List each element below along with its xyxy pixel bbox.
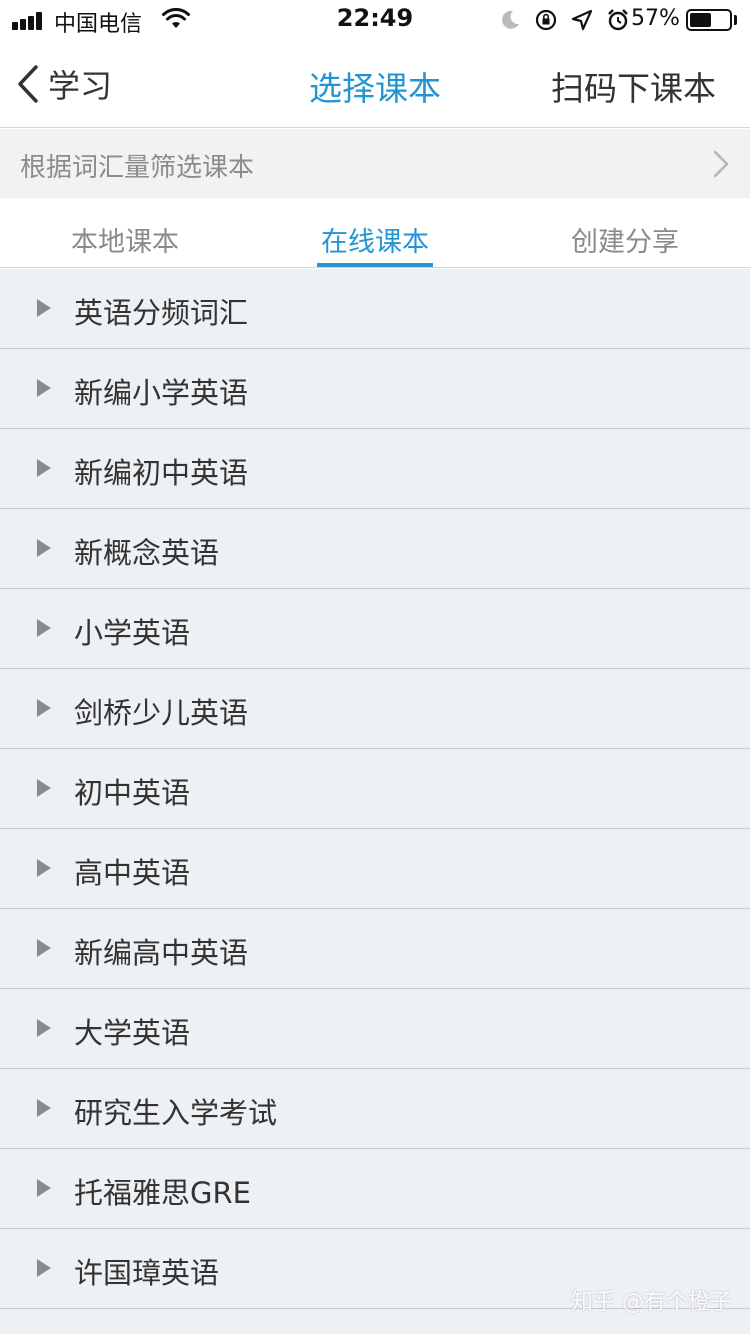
list-item[interactable]: 新编高中英语 <box>0 909 750 989</box>
navigation-bar: 学习 选择课本 扫码下课本 <box>0 40 750 128</box>
list-item[interactable]: 小学英语 <box>0 589 750 669</box>
expand-arrow-icon <box>37 299 51 317</box>
list-item-label: 新概念英语 <box>74 536 220 570</box>
expand-arrow-icon <box>37 1179 51 1197</box>
list-item-label: 托福雅思GRE <box>74 1176 251 1210</box>
active-tab-indicator <box>317 263 433 267</box>
tab-label: 本地课本 <box>71 227 179 258</box>
list-item-label: 英语分频词汇 <box>74 296 249 330</box>
list-item[interactable]: 新编小学英语 <box>0 349 750 429</box>
battery-percent: 57% <box>631 6 680 31</box>
battery-icon <box>686 9 732 31</box>
tab-label: 创建分享 <box>571 227 679 258</box>
tab-local-textbooks[interactable]: 本地课本 <box>0 198 250 267</box>
list-item[interactable]: 研究生入学考试 <box>0 1069 750 1149</box>
expand-arrow-icon <box>37 459 51 477</box>
location-icon <box>571 9 593 31</box>
list-item[interactable]: 大学英语 <box>0 989 750 1069</box>
list-item[interactable]: 新概念英语 <box>0 509 750 589</box>
list-item-label: 大学英语 <box>74 1016 191 1050</box>
list-item[interactable]: 托福雅思GRE <box>0 1149 750 1229</box>
expand-arrow-icon <box>37 1259 51 1277</box>
scan-download-button[interactable]: 扫码下课本 <box>551 62 716 110</box>
status-bar: 中国电信 22:49 57% <box>0 0 750 40</box>
expand-arrow-icon <box>37 1019 51 1037</box>
list-item-label: 许国璋英语 <box>74 1256 220 1290</box>
list-item[interactable]: 剑桥少儿英语 <box>0 669 750 749</box>
back-button[interactable]: 学习 <box>14 60 112 108</box>
list-item-label: 高中英语 <box>74 856 191 890</box>
expand-arrow-icon <box>37 859 51 877</box>
expand-arrow-icon <box>37 1099 51 1117</box>
list-item-label: 小学英语 <box>74 616 191 650</box>
expand-arrow-icon <box>37 379 51 397</box>
expand-arrow-icon <box>37 779 51 797</box>
alarm-icon <box>608 9 628 31</box>
list-item[interactable]: 初中英语 <box>0 749 750 829</box>
rotation-lock-icon <box>535 9 557 31</box>
tab-bar: 本地课本 在线课本 创建分享 <box>0 198 750 268</box>
list-item-label: 新编初中英语 <box>74 456 249 490</box>
expand-arrow-icon <box>37 699 51 717</box>
list-item[interactable]: 高中英语 <box>0 829 750 909</box>
chevron-left-icon <box>18 65 38 103</box>
list-item-label: 新编小学英语 <box>74 376 249 410</box>
moon-icon <box>502 10 519 29</box>
textbook-category-list: 英语分频词汇 新编小学英语 新编初中英语 新概念英语 小学英语 剑桥少儿英语 初… <box>0 269 750 1334</box>
list-item-label: 初中英语 <box>74 776 191 810</box>
tab-online-textbooks[interactable]: 在线课本 <box>250 198 500 267</box>
vocabulary-filter-row[interactable]: 根据词汇量筛选课本 <box>0 129 750 198</box>
tab-label: 在线课本 <box>321 227 429 258</box>
expand-arrow-icon <box>37 619 51 637</box>
filter-label: 根据词汇量筛选课本 <box>20 153 255 183</box>
list-item-label: 研究生入学考试 <box>74 1096 278 1130</box>
list-item-label: 新编高中英语 <box>74 936 249 970</box>
list-item[interactable]: 新编初中英语 <box>0 429 750 509</box>
tab-create-share[interactable]: 创建分享 <box>500 198 750 267</box>
list-item[interactable]: 英语分频词汇 <box>0 269 750 349</box>
chevron-right-icon <box>713 150 729 178</box>
expand-arrow-icon <box>37 939 51 957</box>
list-item[interactable]: 许国璋英语 <box>0 1229 750 1309</box>
back-button-label: 学习 <box>48 67 113 105</box>
list-item-label: 剑桥少儿英语 <box>74 696 249 730</box>
expand-arrow-icon <box>37 539 51 557</box>
